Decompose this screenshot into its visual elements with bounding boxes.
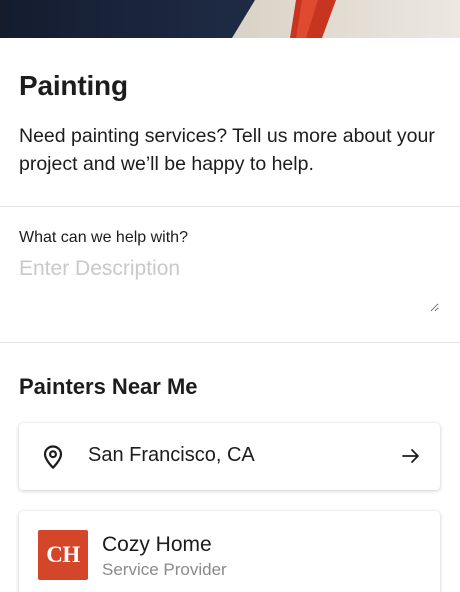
provider-logo: CH xyxy=(38,530,88,580)
description-input[interactable] xyxy=(19,252,439,312)
location-selector[interactable]: San Francisco, CA xyxy=(19,423,440,490)
painting-service-page: Painting Need painting services? Tell us… xyxy=(0,0,460,592)
map-pin-icon xyxy=(43,445,63,469)
provider-type: Service Provider xyxy=(102,560,227,579)
page-title: Painting xyxy=(19,70,128,101)
arrow-right-icon xyxy=(402,449,419,463)
description-label: What can we help with? xyxy=(19,229,188,246)
divider xyxy=(0,342,460,343)
divider xyxy=(0,206,460,207)
hero-photo-graphic xyxy=(0,0,460,38)
location-text: San Francisco, CA xyxy=(88,444,255,466)
hero-image xyxy=(0,0,460,38)
provider-name: Cozy Home xyxy=(102,533,212,556)
painters-near-me-heading: Painters Near Me xyxy=(19,374,198,399)
provider-card[interactable]: CH Cozy Home Service Provider xyxy=(19,511,440,592)
intro-text: Need painting services? Tell us more abo… xyxy=(19,125,435,175)
